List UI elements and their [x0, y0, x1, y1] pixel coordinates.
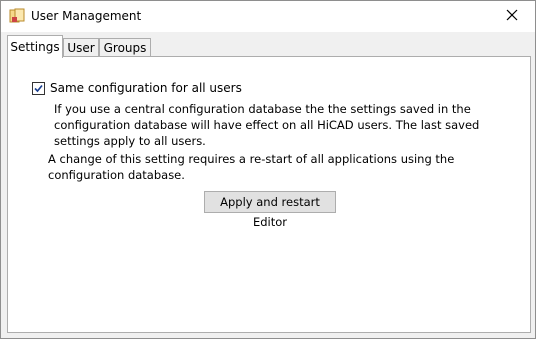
settings-panel: Same configuration for all users If you … — [7, 56, 531, 333]
close-button[interactable] — [489, 1, 535, 32]
tab-groups[interactable]: Groups — [99, 38, 151, 56]
same-config-checkbox[interactable] — [32, 82, 45, 95]
close-icon — [506, 9, 518, 24]
window-title: User Management — [31, 9, 142, 23]
app-icon — [9, 8, 25, 24]
config-description: If you use a central configuration datab… — [54, 102, 480, 148]
checkmark-icon — [33, 83, 44, 94]
user-management-window: User Management Settings User Groups Sam… — [0, 0, 536, 339]
apply-restart-button[interactable]: Apply and restart Editor — [204, 191, 336, 229]
tab-settings[interactable]: Settings — [7, 35, 63, 58]
same-config-label[interactable]: Same configuration for all users — [50, 81, 242, 96]
tab-user[interactable]: User — [63, 38, 99, 56]
restart-note: A change of this setting requires a re-s… — [48, 152, 455, 182]
title-bar: User Management — [1, 1, 535, 32]
